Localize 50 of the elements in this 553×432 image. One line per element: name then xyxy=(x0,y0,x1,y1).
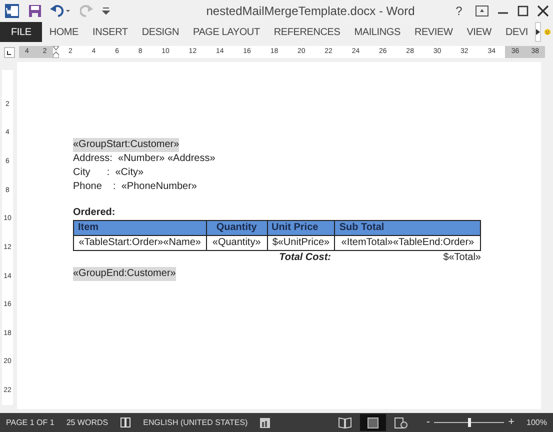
customize-toolbar-icon[interactable] xyxy=(102,7,110,15)
table-cell-text: «ItemTotal»«TableEnd:Order» xyxy=(340,236,476,250)
zoom-out-button[interactable]: - xyxy=(426,417,430,428)
ribbon-tab[interactable]: DESIGN xyxy=(134,22,186,42)
ribbon-tab[interactable]: MAILINGS xyxy=(347,22,408,42)
zoom-in-button[interactable]: + xyxy=(508,417,515,428)
total-label: Total Cost: xyxy=(278,251,332,265)
globe-page-icon xyxy=(394,416,408,428)
word-logo-icon[interactable] xyxy=(4,3,20,19)
undo-icon[interactable] xyxy=(50,4,72,18)
macro-icon[interactable] xyxy=(260,418,270,428)
table-header-cell: Unit Price xyxy=(268,221,336,235)
zoom-level[interactable]: 100% xyxy=(526,416,547,428)
page-icon xyxy=(367,416,380,428)
caret-icon xyxy=(536,29,540,35)
book-icon xyxy=(338,416,352,428)
maximize-icon[interactable] xyxy=(517,5,529,17)
view-button[interactable] xyxy=(360,414,386,431)
close-icon[interactable] xyxy=(537,5,549,17)
table-cell: «TableStart:Order»«Name» xyxy=(74,236,207,250)
table-cell: «Quantity» xyxy=(206,236,268,250)
save-icon[interactable] xyxy=(28,4,42,18)
total-value: $«Total» xyxy=(442,251,481,265)
ribbon-tab[interactable]: FILE xyxy=(0,22,42,42)
ribbon-display-icon[interactable] xyxy=(475,5,489,17)
ribbon-tab[interactable]: REVIEW xyxy=(407,22,460,42)
help-button[interactable]: ? xyxy=(451,2,467,20)
proofing-book-icon[interactable] xyxy=(120,417,132,428)
document-line: Ordered: xyxy=(73,206,116,220)
ribbon-tab[interactable]: HOME xyxy=(42,22,86,42)
document-line: Address: «Number» «Address» xyxy=(73,152,216,166)
zoom-slider-thumb[interactable] xyxy=(468,418,472,427)
ribbon-tab[interactable]: DEVI xyxy=(498,22,535,42)
indent-marker-icon[interactable] xyxy=(52,46,59,58)
scroll-right-button[interactable] xyxy=(535,22,541,42)
table-header-cell: Quantity xyxy=(206,221,268,235)
ribbon-tab[interactable]: REFERENCES xyxy=(266,22,348,42)
language-status[interactable]: ENGLISH (UNITED STATES) xyxy=(143,416,248,428)
ribbon-tab[interactable]: INSERT xyxy=(86,22,135,42)
table-header-cell-text: Sub Total xyxy=(338,221,386,235)
document-line: Phone : «PhoneNumber» xyxy=(73,180,198,194)
ribbon-tab[interactable]: PAGE LAYOUT xyxy=(186,22,267,42)
window-title: nestedMailMergeTemplate.docx - Word xyxy=(205,3,416,20)
table-header-cell: Item xyxy=(74,221,207,235)
word-count[interactable]: 25 WORDS xyxy=(66,416,108,428)
page-count[interactable]: PAGE 1 OF 1 xyxy=(6,416,54,428)
document-line: City : «City» xyxy=(73,166,145,180)
tab-selector[interactable] xyxy=(4,46,15,58)
ribbon-tab[interactable]: VIEW xyxy=(460,22,498,42)
table-cell: $«UnitPrice» xyxy=(268,236,336,250)
